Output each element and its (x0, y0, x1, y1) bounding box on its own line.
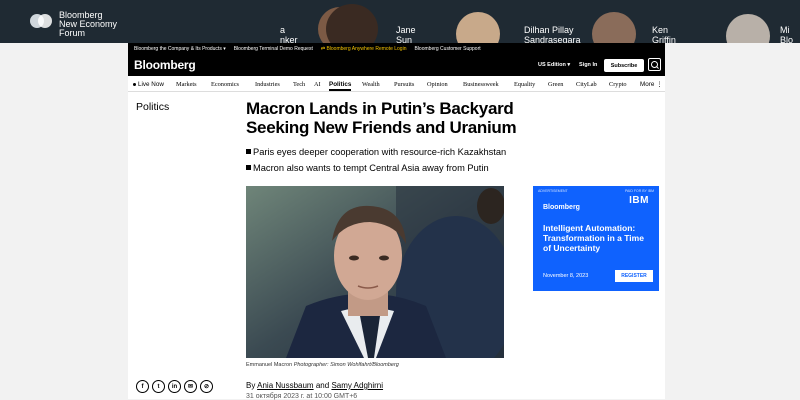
nav-item-green[interactable]: Green (548, 81, 563, 88)
ad-brand: Bloomberg (543, 204, 580, 211)
remote-login-label: Bloomberg Anywhere Remote Login (326, 46, 407, 52)
top-link-remote-login[interactable]: ⇄ Bloomberg Anywhere Remote Login (321, 46, 407, 52)
nav-item-crypto[interactable]: Crypto (609, 81, 627, 88)
bullet-square-icon (246, 149, 251, 154)
share-bar: f t in ✉ ⊘ (136, 380, 213, 393)
sign-in-link[interactable]: Sign In (579, 62, 597, 68)
linkedin-icon[interactable]: in (168, 380, 181, 393)
speaker-name: Mi Blo (780, 25, 794, 43)
bullet-square-icon (246, 165, 251, 170)
bloomberg-logo[interactable]: Bloomberg (134, 58, 196, 72)
nav-item-businessweek[interactable]: Businessweek (463, 81, 499, 88)
article-headline: Macron Lands in Putin’s Backyard Seeking… (246, 99, 517, 137)
nav-live-label: Live Now (138, 81, 164, 88)
nav-item-politics[interactable]: Politics (329, 81, 352, 91)
speaker-name: a nker (280, 25, 298, 43)
main-nav: Live Now Markets Economics Industries Te… (128, 76, 665, 92)
nav-item-opinion[interactable]: Opinion (427, 81, 448, 88)
section-label[interactable]: Politics (136, 101, 169, 113)
edition-selector[interactable]: US Edition ▾ (538, 62, 570, 68)
nav-item-wealth[interactable]: Wealth (362, 81, 380, 88)
twitter-icon[interactable]: t (152, 380, 165, 393)
link-icon[interactable]: ⊘ (200, 380, 213, 393)
live-dot-icon (133, 82, 136, 86)
ibm-advertisement[interactable]: ADVERTISEMENT PAID FOR BY IBM IBM Bloombe… (533, 186, 659, 291)
subscribe-button[interactable]: Subscribe (604, 59, 644, 72)
article-summary: Paris eyes deeper cooperation with resou… (246, 146, 506, 178)
speaker-photo (326, 4, 378, 43)
ad-register-button[interactable]: REGISTER (615, 270, 653, 282)
speaker-name: Jane Sun (396, 25, 416, 43)
author-link[interactable]: Ania Nussbaum (257, 381, 313, 390)
forum-title: Bloomberg New Economy Forum (59, 10, 118, 38)
speaker-photo (592, 12, 636, 43)
ibm-logo-icon: IBM (629, 195, 649, 206)
speaker-name: Ken Griffin (652, 25, 676, 43)
speaker-photo (456, 12, 500, 43)
article-page: Live Now Markets Economics Industries Te… (128, 76, 665, 400)
nav-item-citylab[interactable]: CityLab (576, 81, 597, 88)
speaker-name: Dilhan Pillay Sandrasegara (524, 25, 581, 43)
nav-live-now[interactable]: Live Now (133, 81, 164, 88)
page-scrollbar[interactable] (793, 43, 800, 399)
nav-item-ai[interactable]: AI (314, 81, 321, 88)
facebook-icon[interactable]: f (136, 380, 149, 393)
nav-item-equality[interactable]: Equality (514, 81, 535, 88)
top-link-support[interactable]: Bloomberg Customer Support (414, 46, 480, 52)
top-links: Bloomberg the Company & Its Products ▾ B… (134, 43, 481, 55)
top-link-company[interactable]: Bloomberg the Company & Its Products ▾ (134, 46, 226, 52)
nav-item-pursuits[interactable]: Pursuits (394, 81, 414, 88)
site-header: Bloomberg the Company & Its Products ▾ B… (128, 43, 665, 76)
byline: By Ania Nussbaum and Samy Adghirni (246, 381, 384, 390)
photo-caption: Emmanuel Macron Photographer: Simon Wohl… (246, 362, 399, 368)
nav-item-markets[interactable]: Markets (176, 81, 197, 88)
forum-logo-icon (30, 12, 54, 30)
nav-item-industries[interactable]: Industries (255, 81, 280, 88)
nav-item-economics[interactable]: Economics (211, 81, 239, 88)
ad-title: Intelligent Automation: Transformation i… (543, 223, 644, 253)
forum-banner[interactable]: Bloomberg New Economy Forum a nker Jane Su… (0, 0, 800, 43)
nav-item-tech[interactable]: Tech (293, 81, 305, 88)
ad-date: November 8, 2023 (543, 273, 589, 279)
search-icon[interactable] (648, 58, 661, 71)
author-link[interactable]: Samy Adghirni (331, 381, 383, 390)
nav-item-more[interactable]: More ⋮ (640, 81, 662, 88)
summary-bullet: Paris eyes deeper cooperation with resou… (246, 146, 506, 162)
summary-bullet: Macron also wants to tempt Central Asia … (246, 162, 506, 178)
hero-photo (246, 186, 504, 358)
speaker-photo (726, 14, 770, 43)
top-link-terminal-demo[interactable]: Bloomberg Terminal Demo Request (234, 46, 313, 52)
email-icon[interactable]: ✉ (184, 380, 197, 393)
